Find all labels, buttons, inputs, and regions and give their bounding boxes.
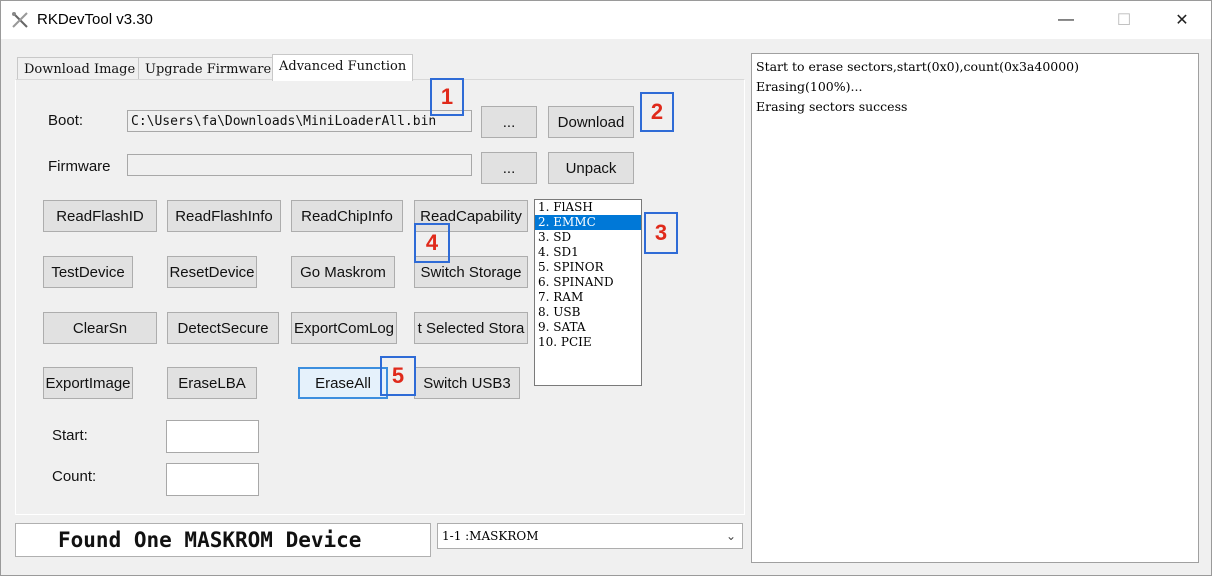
maximize-icon[interactable]: ☐ (1095, 1, 1153, 39)
title-bar: RKDevTool v3.30 — ☐ ✕ (1, 1, 1211, 39)
read-flash-id-button[interactable]: ReadFlashID (43, 200, 157, 232)
storage-item-sd1[interactable]: 4. SD1 (535, 245, 641, 260)
storage-item-flash[interactable]: 1. FlASH (535, 200, 641, 215)
get-selected-storage-button[interactable]: t Selected Stora (414, 312, 528, 344)
storage-item-sata[interactable]: 9. SATA (535, 320, 641, 335)
detect-secure-button[interactable]: DetectSecure (167, 312, 279, 344)
close-icon[interactable]: ✕ (1153, 1, 1211, 39)
minimize-icon[interactable]: — (1037, 1, 1095, 39)
reset-device-button[interactable]: ResetDevice (167, 256, 257, 288)
tab-advanced-function[interactable]: Advanced Function (272, 54, 414, 81)
step-marker-5: 5 (380, 356, 416, 396)
step-marker-3: 3 (644, 212, 678, 254)
start-label: Start: (52, 427, 88, 444)
step-marker-1: 1 (430, 78, 464, 116)
app-window: RKDevTool v3.30 — ☐ ✕ Download Image Upg… (0, 0, 1212, 576)
test-device-button[interactable]: TestDevice (43, 256, 133, 288)
export-com-log-button[interactable]: ExportComLog (291, 312, 397, 344)
read-chip-info-button[interactable]: ReadChipInfo (291, 200, 403, 232)
log-line: Erasing sectors success (756, 99, 908, 114)
window-title: RKDevTool v3.30 (37, 11, 153, 28)
go-maskrom-button[interactable]: Go Maskrom (291, 256, 395, 288)
storage-item-pcie[interactable]: 10. PCIE (535, 335, 641, 350)
log-line: Start to erase sectors,start(0x0),count(… (756, 59, 1080, 74)
export-image-button[interactable]: ExportImage (43, 367, 133, 399)
storage-item-ram[interactable]: 7. RAM (535, 290, 641, 305)
storage-item-sd[interactable]: 3. SD (535, 230, 641, 245)
boot-browse-button[interactable]: ... (481, 106, 537, 138)
storage-item-emmc[interactable]: 2. EMMC (535, 215, 641, 230)
boot-label: Boot: (48, 112, 84, 129)
log-output[interactable]: Start to erase sectors,start(0x0),count(… (751, 53, 1199, 563)
firmware-label: Firmware (48, 158, 111, 175)
switch-usb3-button[interactable]: Switch USB3 (414, 367, 520, 399)
clear-sn-button[interactable]: ClearSn (43, 312, 157, 344)
firmware-path-field[interactable] (127, 154, 472, 176)
storage-item-usb[interactable]: 8. USB (535, 305, 641, 320)
download-button[interactable]: Download (548, 106, 634, 138)
read-flash-info-button[interactable]: ReadFlashInfo (167, 200, 281, 232)
storage-listbox[interactable]: 1. FlASH 2. EMMC 3. SD 4. SD1 5. SPINOR … (534, 199, 642, 386)
tools-icon (12, 12, 28, 28)
unpack-button[interactable]: Unpack (548, 152, 634, 184)
log-line: Erasing(100%)... (756, 79, 863, 94)
step-marker-4: 4 (414, 223, 450, 263)
storage-item-spinor[interactable]: 5. SPINOR (535, 260, 641, 275)
erase-all-button[interactable]: EraseAll (298, 367, 388, 399)
storage-item-spinand[interactable]: 6. SPINAND (535, 275, 641, 290)
chevron-down-icon[interactable]: ⌄ (726, 524, 736, 548)
device-select[interactable]: 1-1 :MASKROM ⌄ (437, 523, 743, 549)
firmware-browse-button[interactable]: ... (481, 152, 537, 184)
count-field[interactable] (166, 463, 259, 496)
count-label: Count: (52, 468, 97, 485)
erase-lba-button[interactable]: EraseLBA (167, 367, 257, 399)
step-marker-2: 2 (640, 92, 674, 132)
boot-path-field[interactable]: C:\Users\fa\Downloads\MiniLoaderAll.bin (127, 110, 472, 132)
start-field[interactable] (166, 420, 259, 453)
device-status: Found One MASKROM Device (15, 523, 431, 557)
device-select-value: 1-1 :MASKROM (442, 529, 539, 543)
